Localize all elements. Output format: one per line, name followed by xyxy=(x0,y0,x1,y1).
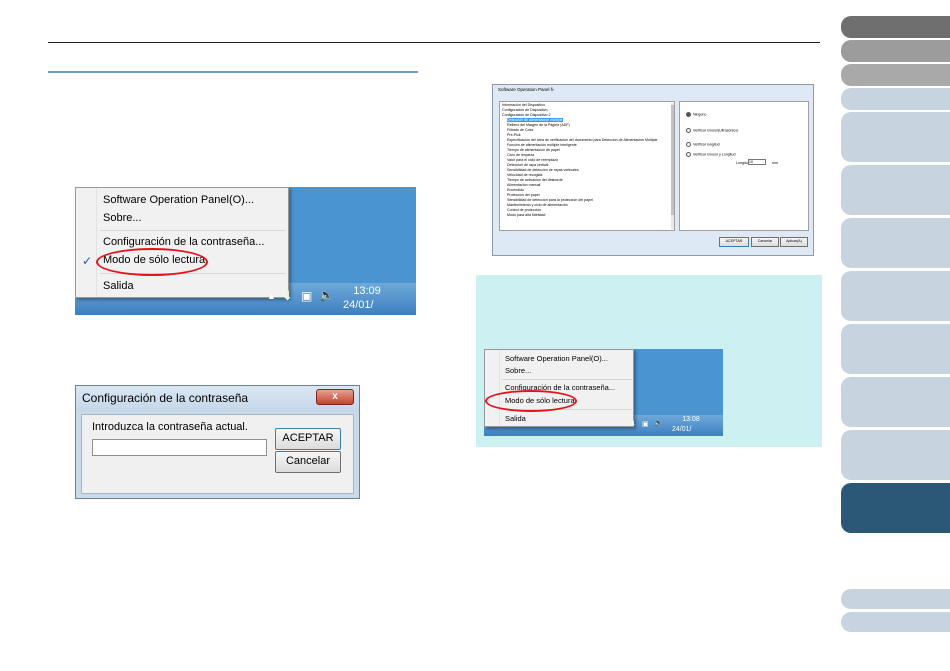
nav-tab-chapter-4[interactable] xyxy=(841,271,950,321)
nav-tab-chapter-7[interactable] xyxy=(841,430,950,480)
length-unit: mm xyxy=(772,161,778,165)
tree-scrollbar-thumb[interactable] xyxy=(671,105,674,215)
tree-item[interactable]: Tiempo de activación del desborde xyxy=(507,178,563,182)
tree-item-selected[interactable]: Detección de alimentación múltiple xyxy=(507,118,563,122)
panel-apply-button[interactable]: Aplicar(A) xyxy=(780,237,808,247)
tree-item[interactable]: Sensibilidad de detección de rayas verti… xyxy=(507,168,579,172)
nav-tab-top[interactable] xyxy=(841,16,950,38)
options-pane: Ninguno Verificar Grosor(Ultrasónico) Ve… xyxy=(679,101,809,231)
header-rule xyxy=(48,42,820,43)
ok-button[interactable]: ACEPTAR xyxy=(275,428,341,450)
radio-option-none[interactable]: Ninguno xyxy=(686,112,706,117)
tree-item[interactable]: Función de alimentación múltiple intelig… xyxy=(507,143,577,147)
tree-item[interactable]: Sensibilidad de detección para la protec… xyxy=(507,198,593,202)
hint-menu-screenshot: Software Operation Panel(O)... Sobre... … xyxy=(484,349,723,436)
tray-arrow-icon[interactable]: ▲ xyxy=(267,291,276,301)
tree-item[interactable]: Pre-Pick xyxy=(507,133,521,137)
tree-item[interactable]: Mantenimiento y ciclo de alimentación xyxy=(507,203,568,207)
password-dialog: Configuración de la contraseña x Introdu… xyxy=(75,385,360,499)
panel-ok-button[interactable]: ACEPTAR xyxy=(719,237,749,247)
nav-tab-introduction[interactable] xyxy=(841,88,950,110)
nav-tab-chapter-1[interactable] xyxy=(841,112,950,162)
tree-item[interactable]: Filtrado de Color xyxy=(507,128,534,132)
nav-tab-chapter-3[interactable] xyxy=(841,218,950,268)
nav-tab-index[interactable] xyxy=(841,64,950,86)
settings-tree: Información del Dispositivo Configuració… xyxy=(499,101,675,231)
nav-tab-glossary[interactable] xyxy=(841,612,950,632)
radio-icon xyxy=(686,112,691,117)
section-rule xyxy=(48,71,418,73)
nav-tab-contents[interactable] xyxy=(841,40,950,62)
clock-time[interactable]: 13:08 xyxy=(676,416,706,423)
tree-item[interactable]: Configuración de Dispositivo 2 xyxy=(502,113,551,117)
panel-cancel-button[interactable]: Cancelar xyxy=(751,237,779,247)
highlight-circle xyxy=(485,390,577,412)
dialog-body: Introduzca la contraseña actual. ACEPTAR… xyxy=(81,414,354,494)
close-button[interactable]: x xyxy=(316,389,354,405)
tree-item[interactable]: Ciclo de limpieza xyxy=(507,153,534,157)
nav-tab-chapter-6[interactable] xyxy=(841,377,950,427)
radio-option-thickness[interactable]: Verificar Grosor(Ultrasónico) xyxy=(686,128,738,133)
menu-item-software-operation-panel[interactable]: Software Operation Panel(O)... xyxy=(505,354,608,363)
menu-item-about[interactable]: Sobre... xyxy=(103,212,142,224)
highlight-circle xyxy=(96,248,208,276)
tray-context-menu: Software Operation Panel(O)... Sobre... … xyxy=(75,187,289,298)
radio-option-length[interactable]: Verificar longitud xyxy=(686,142,720,147)
tree-item[interactable]: Encendido xyxy=(507,188,524,192)
radio-icon xyxy=(686,128,691,133)
tree-item[interactable]: Control de protección xyxy=(507,208,541,212)
radio-option-thickness-length[interactable]: Verificar Grosor y Longitud xyxy=(686,152,736,157)
menu-item-exit[interactable]: Salida xyxy=(103,280,134,292)
tree-item[interactable]: Especificación del área de verificación … xyxy=(507,138,657,142)
tray-menu-screenshot: Software Operation Panel(O)... Sobre... … xyxy=(75,187,416,315)
dialog-title: Configuración de la contraseña xyxy=(82,391,249,405)
menu-separator xyxy=(502,379,632,380)
clock-time[interactable]: 13:09 xyxy=(347,285,387,297)
menu-item-exit[interactable]: Salida xyxy=(505,414,526,423)
volume-icon[interactable]: 🔈 xyxy=(319,288,334,302)
tree-item[interactable]: Configuración de Dispositivo xyxy=(502,108,548,112)
panel-title: Software Operation Panel fi- xyxy=(498,87,555,92)
clock-date[interactable]: 24/01/ xyxy=(343,299,383,311)
nav-tab-appendix[interactable] xyxy=(841,589,950,609)
scanner-tray-icon[interactable]: ⬇ xyxy=(630,420,636,428)
scanner-tray-icon[interactable]: ⬇ xyxy=(282,288,293,304)
tree-item[interactable]: Detección de raya vertical xyxy=(507,163,548,167)
password-input[interactable] xyxy=(92,439,267,456)
password-prompt: Introduzca la contraseña actual. xyxy=(92,421,248,433)
radio-icon xyxy=(686,142,691,147)
operation-panel-window: Software Operation Panel fi- Información… xyxy=(492,84,814,256)
check-icon: ✓ xyxy=(82,254,93,268)
menu-separator xyxy=(100,230,286,231)
tree-item[interactable]: Alimentación manual xyxy=(507,183,540,187)
nav-tab-chapter-5[interactable] xyxy=(841,324,950,374)
cancel-button[interactable]: Cancelar xyxy=(275,451,341,473)
nav-tab-chapter-8-active[interactable] xyxy=(841,483,950,533)
clock-date[interactable]: 24/01/ xyxy=(672,426,702,433)
network-icon[interactable]: ▣ xyxy=(301,289,312,303)
radio-icon xyxy=(686,152,691,157)
tree-item[interactable]: Tiempo de alimentación de papel xyxy=(507,148,560,152)
tree-item[interactable]: Relleno del Margen de la Página (ADF) xyxy=(507,123,570,127)
tree-item[interactable]: Protección del papel xyxy=(507,193,540,197)
menu-item-software-operation-panel[interactable]: Software Operation Panel(O)... xyxy=(103,194,254,206)
volume-icon[interactable]: 🔈 xyxy=(654,419,663,427)
nav-tab-chapter-2[interactable] xyxy=(841,165,950,215)
menu-item-about[interactable]: Sobre... xyxy=(505,366,531,375)
network-icon[interactable]: ▣ xyxy=(642,420,649,428)
tree-item[interactable]: Modo para alta fidelidad xyxy=(507,213,545,217)
tree-item[interactable]: Valor para el ciclo de reemplazo xyxy=(507,158,558,162)
tree-item[interactable]: Velocidad de recogida xyxy=(507,173,542,177)
tree-item[interactable]: Información del Dispositivo xyxy=(502,103,545,107)
hint-context-menu: Software Operation Panel(O)... Sobre... … xyxy=(484,349,634,427)
menu-item-password-settings[interactable]: Configuración de la contraseña... xyxy=(103,236,264,248)
length-input[interactable]: 10 xyxy=(748,159,766,165)
